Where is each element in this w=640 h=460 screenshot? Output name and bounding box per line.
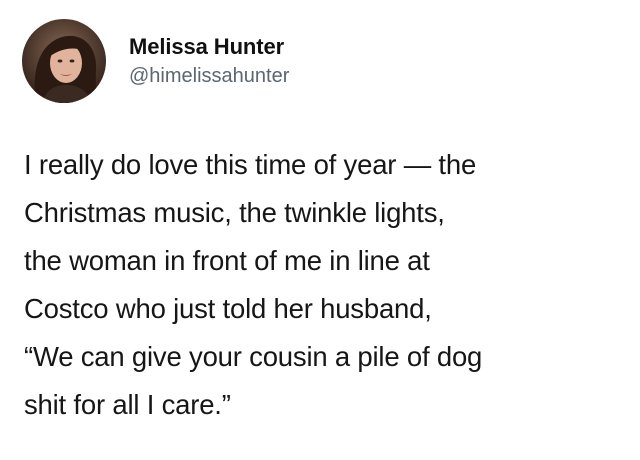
avatar[interactable]	[22, 19, 106, 103]
user-handle[interactable]: @himelissahunter	[129, 63, 289, 89]
display-name[interactable]: Melissa Hunter	[129, 33, 289, 61]
tweet-text-line: Costco who just told her husband,	[24, 293, 432, 324]
tweet-text: I really do love this time of year — the…	[24, 141, 624, 429]
tweet-text-line: I really do love this time of year — the	[24, 149, 477, 180]
tweet-text-line: Christmas music, the twinkle lights,	[24, 197, 445, 228]
author-names: Melissa Hunter @himelissahunter	[129, 33, 289, 89]
tweet-text-line: shit for all I care.”	[24, 389, 231, 420]
tweet-text-line: the woman in front of me in line at	[24, 245, 430, 276]
tweet-header: Melissa Hunter @himelissahunter	[22, 19, 289, 103]
tweet-text-line: “We can give your cousin a pile of dog	[24, 341, 483, 372]
tweet-card: Melissa Hunter @himelissahunter I really…	[0, 0, 640, 460]
profile-photo-icon	[22, 19, 106, 103]
